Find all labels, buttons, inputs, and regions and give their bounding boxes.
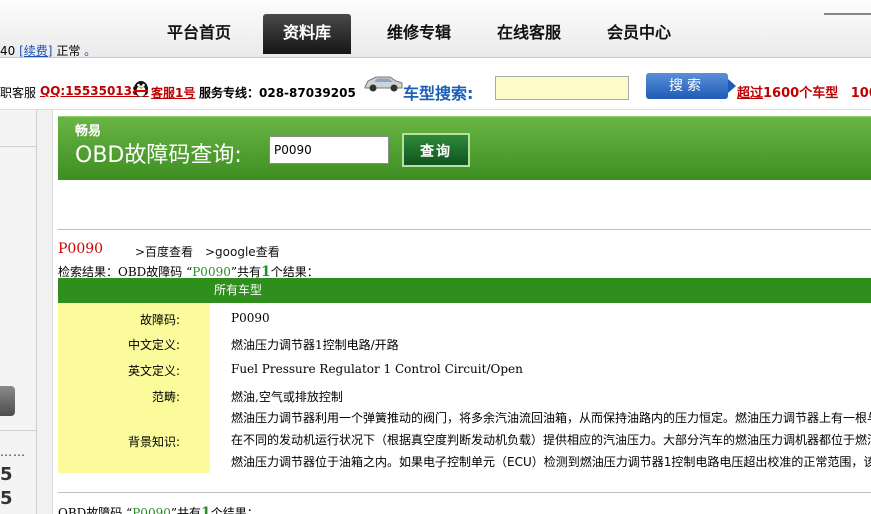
nav-online-service[interactable]: 在线客服	[490, 14, 568, 54]
obd-title: OBD故障码查询:	[75, 143, 242, 168]
nav-library[interactable]: 资料库	[263, 14, 351, 54]
sidebar-scroll-gutter[interactable]	[37, 110, 53, 514]
summary-prefix: 检索结果：OBD故障码 “	[58, 265, 193, 279]
summary2-mid: ”共有	[170, 506, 201, 514]
service-prefix: 职客服	[0, 86, 37, 100]
table-header-label: 所有车型	[214, 283, 263, 297]
summary2-suffix: 个结果：	[210, 506, 259, 514]
row-value-category: 燃油,空气或排放控制	[231, 390, 343, 404]
row-label-category: 范畴:	[151, 390, 180, 404]
nav-repair-album[interactable]: 维修专辑	[380, 14, 458, 54]
row-value-en: Fuel Pressure Regulator 1 Control Circui…	[231, 362, 523, 376]
row-label-background: 背景知识:	[127, 435, 180, 449]
promo-extra: 100	[850, 86, 871, 101]
sidebar-divider	[0, 430, 37, 431]
car-search-input[interactable]	[495, 76, 629, 100]
section-divider	[58, 492, 871, 493]
background-line: 燃油压力调节器利用一个弹簧推动的阀门，将多余汽油流回油箱，从而保持油路内的压力恒…	[231, 411, 871, 425]
car-icon	[362, 72, 404, 94]
table-label-column: 故障码: 中文定义: 英文定义: 范畴: 背景知识:	[58, 303, 210, 473]
promo-text[interactable]: 超过1600个车型 100	[737, 82, 871, 101]
sidebar-number: 5	[0, 464, 13, 485]
top-right-rule	[824, 13, 871, 15]
background-line: 在不同的发动机运行状况下（根据真空度判断发动机负载）提供相应的汽油压力。大部分汽…	[231, 433, 871, 447]
row-value-code: P0090	[231, 311, 270, 325]
summary2-count: 1	[201, 505, 211, 514]
row-value-cn: 燃油压力调节器1控制电路/开路	[231, 338, 399, 352]
table-header: 所有车型	[58, 278, 871, 303]
row-label-code: 故障码:	[139, 313, 180, 327]
baidu-link[interactable]: >百度查看	[135, 243, 193, 260]
sidebar-number: 5	[0, 488, 13, 509]
car-search-label: 车型搜索:	[403, 84, 474, 103]
sidebar-button[interactable]	[0, 386, 15, 416]
promo-prefix: 超过	[737, 86, 764, 101]
sidebar-dots: ……	[0, 445, 26, 459]
left-sidebar: …… 5 5	[0, 110, 37, 514]
account-status: 40 [续费] 正常 。	[0, 42, 96, 59]
summary-mid: ”共有	[230, 265, 261, 279]
google-link[interactable]: >google查看	[205, 243, 280, 260]
status-state: 正常	[56, 44, 81, 58]
summary2-code: P0090	[132, 506, 171, 514]
summary-code: P0090	[192, 265, 231, 279]
section-divider	[58, 229, 871, 230]
kefu-link[interactable]: 客服1号	[151, 84, 195, 101]
result-summary-2: OBD故障码 “P0090”共有1个结果：	[58, 504, 259, 514]
top-navbar: 平台首页 资料库 维修专辑 在线客服 会员中心 40 [续费] 正常 。	[0, 0, 871, 58]
row-label-en: 英文定义:	[127, 364, 180, 378]
sidebar-divider	[0, 146, 37, 147]
qq-penguin-icon	[131, 78, 151, 101]
summary-suffix: 个结果：	[270, 265, 319, 279]
status-prefix: 40	[0, 44, 16, 58]
obd-code-input[interactable]: P0090	[269, 136, 389, 164]
summary2-prefix: OBD故障码 “	[58, 506, 133, 514]
background-line: 燃油压力调节器位于油箱之内。如果电子控制单元（ECU）检测到燃油压力调节器1控制…	[231, 455, 871, 469]
car-search-button[interactable]: 搜索	[646, 73, 736, 99]
main-content: 畅易 OBD故障码查询: P0090 查询 P0090 >百度查看 >googl…	[58, 110, 871, 514]
result-code-heading: P0090	[58, 241, 104, 257]
nav-home[interactable]: 平台首页	[160, 14, 238, 54]
status-dot: 。	[84, 44, 97, 58]
promo-count: 1600个车型	[763, 86, 839, 101]
row-label-cn: 中文定义:	[127, 338, 180, 352]
obd-query-banner: 畅易 OBD故障码查询: P0090 查询	[58, 116, 871, 180]
renew-link[interactable]: [续费]	[19, 44, 52, 58]
obd-query-button[interactable]: 查询	[402, 133, 470, 167]
hotline: 服务专线：028-87039205	[199, 86, 356, 100]
nav-member-center[interactable]: 会员中心	[600, 14, 678, 54]
